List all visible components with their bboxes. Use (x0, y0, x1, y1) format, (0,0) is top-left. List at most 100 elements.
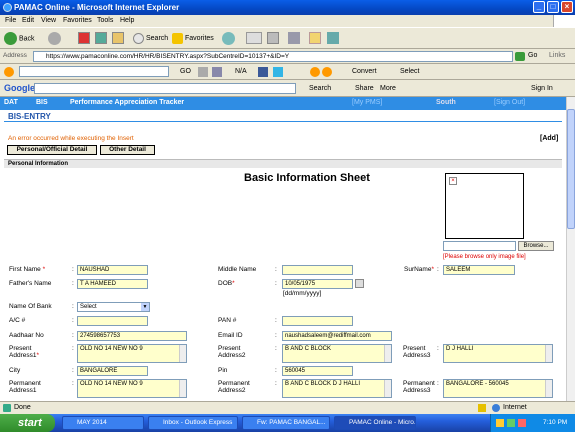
links-button[interactable]: Links (549, 52, 565, 59)
title-bar: PAMAC Online - Microsoft Internet Explor… (0, 0, 575, 15)
sign-out-link[interactable]: [Sign Out] (494, 99, 525, 106)
scrollbar[interactable] (545, 345, 552, 362)
nav-pat[interactable]: Performance Appreciation Tracker (70, 99, 184, 106)
convert-button[interactable]: Convert (352, 68, 377, 75)
photo-file-input[interactable] (443, 241, 516, 251)
menu-favorites[interactable]: Favorites (63, 17, 92, 24)
addon-search-input[interactable] (19, 66, 169, 77)
status-text: Done (14, 404, 31, 411)
city-field[interactable]: BANGALORE (77, 366, 148, 376)
middle-name-field[interactable] (282, 265, 353, 275)
ie-icon (3, 3, 12, 12)
present-address2-label: Present Address2 (218, 345, 246, 359)
folder-icon[interactable] (309, 32, 321, 44)
personal-header-bar: Personal Information (4, 159, 562, 168)
pan-field[interactable] (282, 316, 353, 326)
start-button[interactable]: start (0, 414, 55, 432)
page-scrollbar[interactable] (566, 97, 575, 401)
edit-icon[interactable] (288, 32, 300, 44)
perm-address1-field[interactable]: OLD NO 14 NEW NO 9 (77, 379, 187, 398)
select-button[interactable]: Select (400, 68, 419, 75)
menu-help[interactable]: Help (120, 17, 134, 24)
addon-na-label: N/A (235, 68, 247, 75)
tray-icon[interactable] (507, 419, 515, 427)
menu-file[interactable]: File (5, 17, 16, 24)
calendar-icon[interactable] (355, 279, 364, 288)
dob-field[interactable]: 10/05/1975 (282, 279, 353, 289)
perm-address2-field[interactable]: B AND C BLOCK D J HALLI (282, 379, 392, 398)
back-button[interactable]: Back (4, 32, 35, 46)
fathers-name-field[interactable]: T A HAMEED (77, 279, 148, 289)
maximize-button[interactable]: □ (547, 1, 559, 13)
print-icon[interactable] (267, 32, 279, 44)
first-name-field[interactable]: NAUSHAD (77, 265, 148, 275)
search-button[interactable]: Search (133, 32, 168, 46)
first-name-label: First Name * (9, 266, 46, 273)
addon-go-button[interactable]: GO (180, 68, 191, 75)
media-icon[interactable] (222, 32, 235, 45)
app-nav-bar: DAT BIS Performance Appreciation Tracker… (0, 97, 566, 110)
facebook-icon[interactable] (258, 67, 268, 77)
tab-personal-official[interactable]: Personal/Official Detail (7, 145, 97, 155)
google-search-button[interactable]: Search (309, 85, 331, 92)
address-label: Address (3, 52, 27, 59)
go-button[interactable]: Go (528, 52, 537, 59)
pin-field[interactable]: 560045 (282, 366, 353, 376)
task-may-2014[interactable]: MAY 2014 (62, 416, 144, 430)
dob-label: DOB* (218, 280, 235, 287)
menu-edit[interactable]: Edit (22, 17, 34, 24)
messenger-icon[interactable] (327, 32, 339, 44)
home-icon[interactable] (112, 32, 124, 44)
scrollbar[interactable] (179, 380, 186, 397)
addon-orange2-icon[interactable] (322, 67, 332, 77)
forward-button[interactable] (48, 32, 63, 46)
present-address2-field[interactable]: B AND C BLOCK (282, 344, 392, 363)
add-link[interactable]: [Add] (540, 135, 558, 142)
addon-link-icon[interactable] (212, 67, 222, 77)
twitter-icon[interactable] (273, 67, 283, 77)
scrollbar[interactable] (384, 380, 391, 397)
task-fw-pamac[interactable]: Fw: PAMAC BANGAL... (242, 416, 330, 430)
go-arrow-icon[interactable] (515, 52, 525, 61)
menu-view[interactable]: View (41, 17, 56, 24)
refresh-icon[interactable] (95, 32, 107, 44)
nav-bis[interactable]: BIS (36, 99, 48, 106)
addon-tool-icon[interactable] (198, 67, 208, 77)
present-address1-field[interactable]: OLD NO 14 NEW NO 9 (77, 344, 187, 363)
stop-icon[interactable] (78, 32, 90, 44)
nav-dat[interactable]: DAT (4, 99, 18, 106)
browse-button[interactable]: Browse... (518, 241, 554, 251)
google-signin-button[interactable]: Sign In (531, 85, 553, 92)
scrollbar[interactable] (545, 380, 552, 397)
surname-field[interactable]: SALEEM (443, 265, 515, 275)
google-search-input[interactable] (34, 83, 296, 94)
tray-icon[interactable] (496, 419, 504, 427)
task-outlook[interactable]: Inbox - Outlook Express (148, 416, 238, 430)
aadhar-field[interactable]: 274598657753 (77, 331, 187, 341)
nav-my-pms[interactable]: [My PMS] (352, 99, 382, 106)
minimize-button[interactable]: _ (533, 1, 545, 13)
perm-address3-field[interactable]: BANGALORE - 560045 (443, 379, 553, 398)
task-pamac-online[interactable]: PAMAC Online - Micro... (334, 416, 416, 430)
clock: 7:10 PM (543, 419, 568, 426)
menu-tools[interactable]: Tools (97, 17, 113, 24)
email-field[interactable]: naushadsaleem@rediffmail.com (282, 331, 392, 341)
nav-toolbar: Back Search Favorites (0, 27, 575, 49)
ac-field[interactable] (77, 316, 148, 326)
tray-icon[interactable] (518, 419, 526, 427)
tab-other-detail[interactable]: Other Detail (100, 145, 155, 155)
scrollbar-thumb[interactable] (567, 109, 575, 229)
address-input[interactable]: https://www.pamaconline.com/HR/HR/BISENT… (33, 51, 513, 62)
google-share-button[interactable]: Share (355, 85, 374, 92)
addon-orange-icon[interactable] (310, 67, 320, 77)
present-address3-field[interactable]: D J HALLI (443, 344, 553, 363)
bank-select[interactable]: Select ▼ (77, 302, 150, 312)
scrollbar[interactable] (179, 345, 186, 362)
mail-icon[interactable] (246, 32, 262, 44)
present-address1-label: Present Address1* (9, 345, 39, 359)
scrollbar[interactable] (384, 345, 391, 362)
close-button[interactable]: × (561, 1, 573, 13)
google-more-button[interactable]: More (380, 85, 396, 92)
addon-logo-icon (4, 67, 14, 77)
favorites-button[interactable]: Favorites (172, 32, 214, 46)
